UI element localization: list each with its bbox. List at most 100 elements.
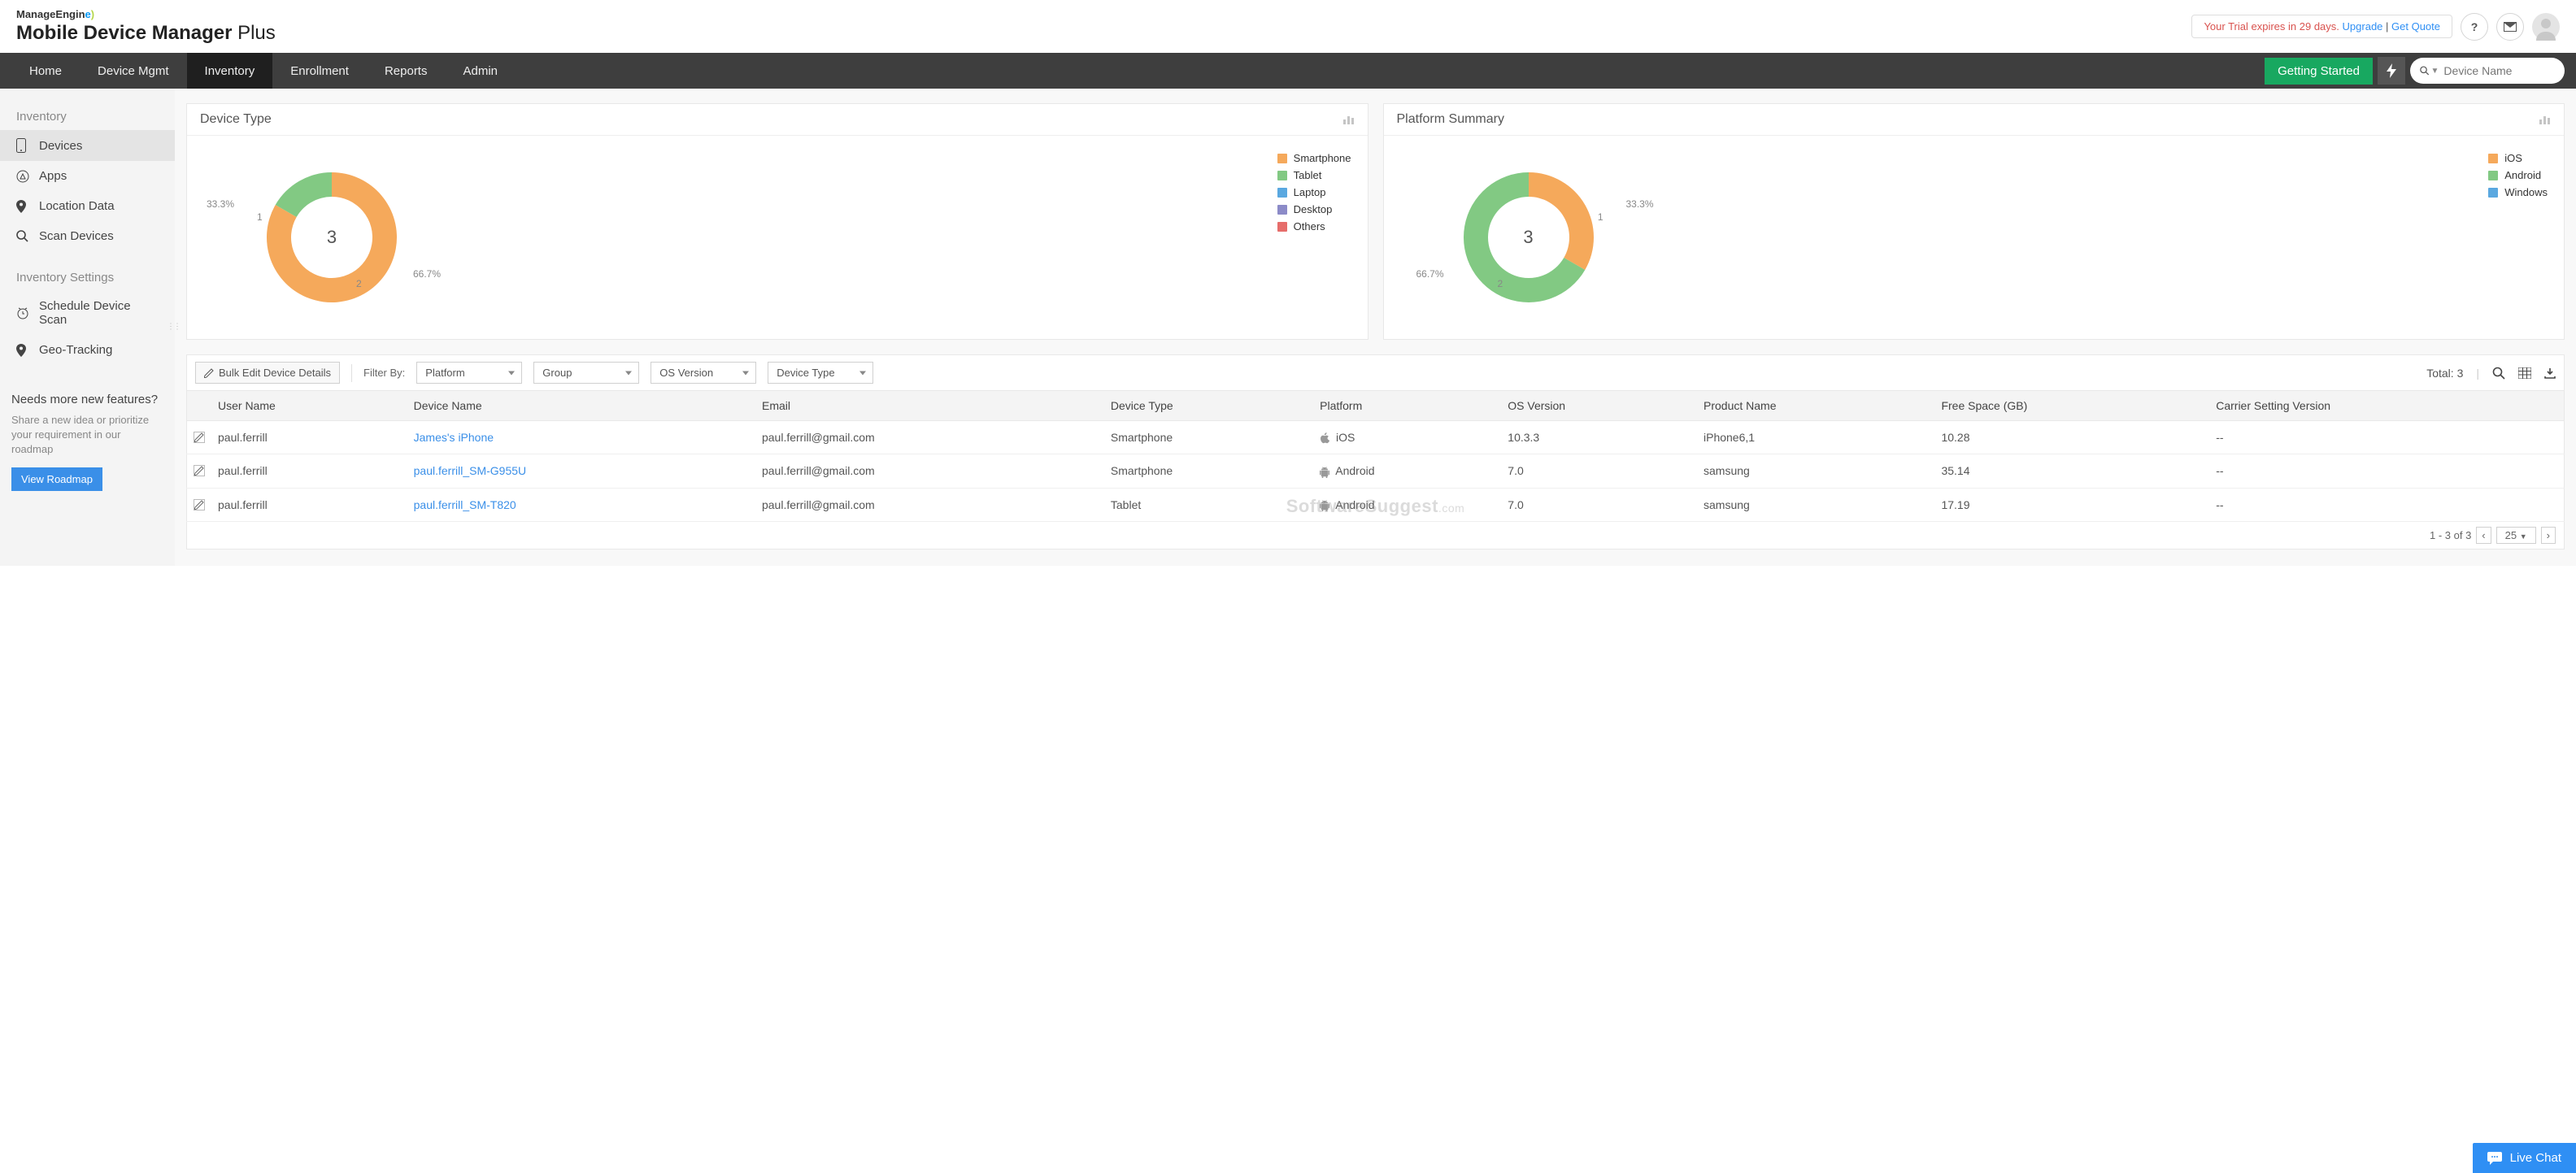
view-roadmap-button[interactable]: View Roadmap: [11, 467, 102, 491]
trial-expiry-text: Your Trial expires in 29 days.: [2204, 20, 2339, 33]
edit-row-icon[interactable]: [194, 432, 205, 443]
nav-reports[interactable]: Reports: [367, 53, 446, 89]
quick-action-icon[interactable]: [2378, 57, 2405, 85]
cell-product: iPhone6,1: [1697, 421, 1934, 454]
cell-device-type: Smartphone: [1104, 454, 1313, 488]
legend-item[interactable]: Android: [2488, 169, 2548, 181]
features-title: Needs more new features?: [11, 393, 163, 406]
column-header[interactable]: Free Space (GB): [1934, 391, 2209, 421]
nav-enrollment[interactable]: Enrollment: [272, 53, 367, 89]
sidebar-item-devices[interactable]: Devices: [0, 130, 175, 161]
chart-options-icon[interactable]: [2539, 115, 2551, 124]
legend-item[interactable]: Smartphone: [1277, 152, 1351, 164]
panel-title-platform: Platform Summary: [1397, 112, 1504, 127]
mail-icon[interactable]: [2496, 13, 2524, 41]
pager-next-button[interactable]: ›: [2541, 527, 2556, 544]
legend-item[interactable]: Others: [1277, 220, 1351, 232]
sidebar-item-scan[interactable]: Scan Devices: [0, 221, 175, 251]
column-header[interactable]: User Name: [211, 391, 407, 421]
cell-user: paul.ferrill: [211, 454, 407, 488]
sidebar-heading-settings: Inventory Settings: [0, 264, 175, 291]
cell-osversion: 7.0: [1501, 454, 1697, 488]
total-count: Total: 3: [2426, 367, 2463, 380]
sidebar-item-apps[interactable]: Apps: [0, 161, 175, 191]
cell-freespace: 35.14: [1934, 454, 2209, 488]
dropdown-caret-icon: ▼: [2431, 67, 2439, 76]
help-icon[interactable]: ?: [2461, 13, 2488, 41]
nav-device-mgmt[interactable]: Device Mgmt: [80, 53, 187, 89]
trial-banner: Your Trial expires in 29 days. Upgrade |…: [2191, 15, 2452, 38]
nav-inventory[interactable]: Inventory: [187, 53, 273, 89]
cell-email: paul.ferrill@gmail.com: [755, 454, 1104, 488]
sidebar-item-schedule[interactable]: Schedule Device Scan: [0, 291, 175, 335]
table-row: paul.ferrillpaul.ferrill_SM-G955Upaul.fe…: [187, 454, 2565, 488]
donut-percent-label: 33.3%: [1625, 198, 1653, 210]
table-toolbar: Bulk Edit Device Details Filter By: Plat…: [186, 354, 2565, 390]
pager-pagesize-dropdown[interactable]: 25 ▼: [2496, 527, 2536, 544]
column-header[interactable]: Product Name: [1697, 391, 1934, 421]
upgrade-link[interactable]: Upgrade: [2343, 20, 2383, 33]
cell-product: samsung: [1697, 454, 1934, 488]
column-header[interactable]: OS Version: [1501, 391, 1697, 421]
live-chat-button[interactable]: Live Chat: [2473, 1143, 2576, 1173]
columns-icon[interactable]: [2518, 367, 2531, 379]
legend-item[interactable]: Tablet: [1277, 169, 1351, 181]
table-search-icon[interactable]: [2492, 367, 2505, 380]
column-header[interactable]: Device Name: [407, 391, 755, 421]
clock-icon: [16, 306, 29, 319]
sidebar-item-location[interactable]: Location Data: [0, 191, 175, 221]
panel-title-device-type: Device Type: [200, 112, 272, 127]
getting-started-button[interactable]: Getting Started: [2265, 58, 2373, 85]
edit-row-icon[interactable]: [194, 499, 205, 510]
cell-device-type: Smartphone: [1104, 421, 1313, 454]
legend-item[interactable]: Windows: [2488, 186, 2548, 198]
device-icon: [16, 138, 29, 153]
cell-email: paul.ferrill@gmail.com: [755, 421, 1104, 454]
search-icon: [2420, 65, 2430, 76]
edit-row-icon[interactable]: [194, 465, 205, 476]
sidebar-label: Devices: [39, 139, 82, 153]
filter-devicetype-dropdown[interactable]: Device Type: [768, 362, 873, 384]
sidebar-collapse-handle[interactable]: ⋮⋮: [167, 323, 180, 332]
donut-center-count: 3: [1523, 227, 1533, 248]
column-header[interactable]: Platform: [1313, 391, 1501, 421]
filter-osversion-dropdown[interactable]: OS Version: [651, 362, 756, 384]
pencil-icon: [204, 368, 214, 378]
donut-center-count: 3: [327, 227, 337, 248]
filter-group-dropdown[interactable]: Group: [533, 362, 639, 384]
column-header[interactable]: Carrier Setting Version: [2209, 391, 2564, 421]
top-nav: Home Device Mgmt Inventory Enrollment Re…: [0, 53, 2576, 89]
search-input[interactable]: [2443, 64, 2555, 77]
location-icon: [16, 344, 29, 357]
column-header[interactable]: [187, 391, 212, 421]
cell-device-name[interactable]: James's iPhone: [407, 421, 755, 454]
get-quote-link[interactable]: Get Quote: [2391, 20, 2440, 33]
chart-options-icon[interactable]: [1343, 115, 1355, 124]
legend-item[interactable]: Desktop: [1277, 203, 1351, 215]
cell-platform: iOS: [1313, 421, 1501, 454]
sidebar-label: Scan Devices: [39, 229, 114, 243]
legend-item[interactable]: iOS: [2488, 152, 2548, 164]
sidebar-item-geotrack[interactable]: Geo-Tracking: [0, 335, 175, 365]
cell-carrier: --: [2209, 421, 2564, 454]
search-icon: [16, 230, 29, 242]
donut-percent-label: 66.7%: [1416, 268, 1444, 280]
legend-item[interactable]: Laptop: [1277, 186, 1351, 198]
legend-device-type: Smartphone Tablet Laptop Desktop Others: [1277, 152, 1351, 237]
filter-platform-dropdown[interactable]: Platform: [416, 362, 522, 384]
nav-admin[interactable]: Admin: [445, 53, 516, 89]
bulk-edit-button[interactable]: Bulk Edit Device Details: [195, 362, 340, 384]
nav-home[interactable]: Home: [11, 53, 80, 89]
column-header[interactable]: Email: [755, 391, 1104, 421]
global-search[interactable]: ▼: [2410, 58, 2565, 84]
download-icon[interactable]: [2544, 367, 2556, 379]
column-header[interactable]: Device Type: [1104, 391, 1313, 421]
avatar[interactable]: [2532, 13, 2560, 41]
location-icon: [16, 200, 29, 213]
cell-device-name[interactable]: paul.ferrill_SM-T820: [407, 488, 755, 521]
pager-range: 1 - 3 of 3: [2430, 529, 2471, 541]
cell-freespace: 17.19: [1934, 488, 2209, 521]
pager-prev-button[interactable]: ‹: [2476, 527, 2491, 544]
cell-device-name[interactable]: paul.ferrill_SM-G955U: [407, 454, 755, 488]
cell-user: paul.ferrill: [211, 421, 407, 454]
